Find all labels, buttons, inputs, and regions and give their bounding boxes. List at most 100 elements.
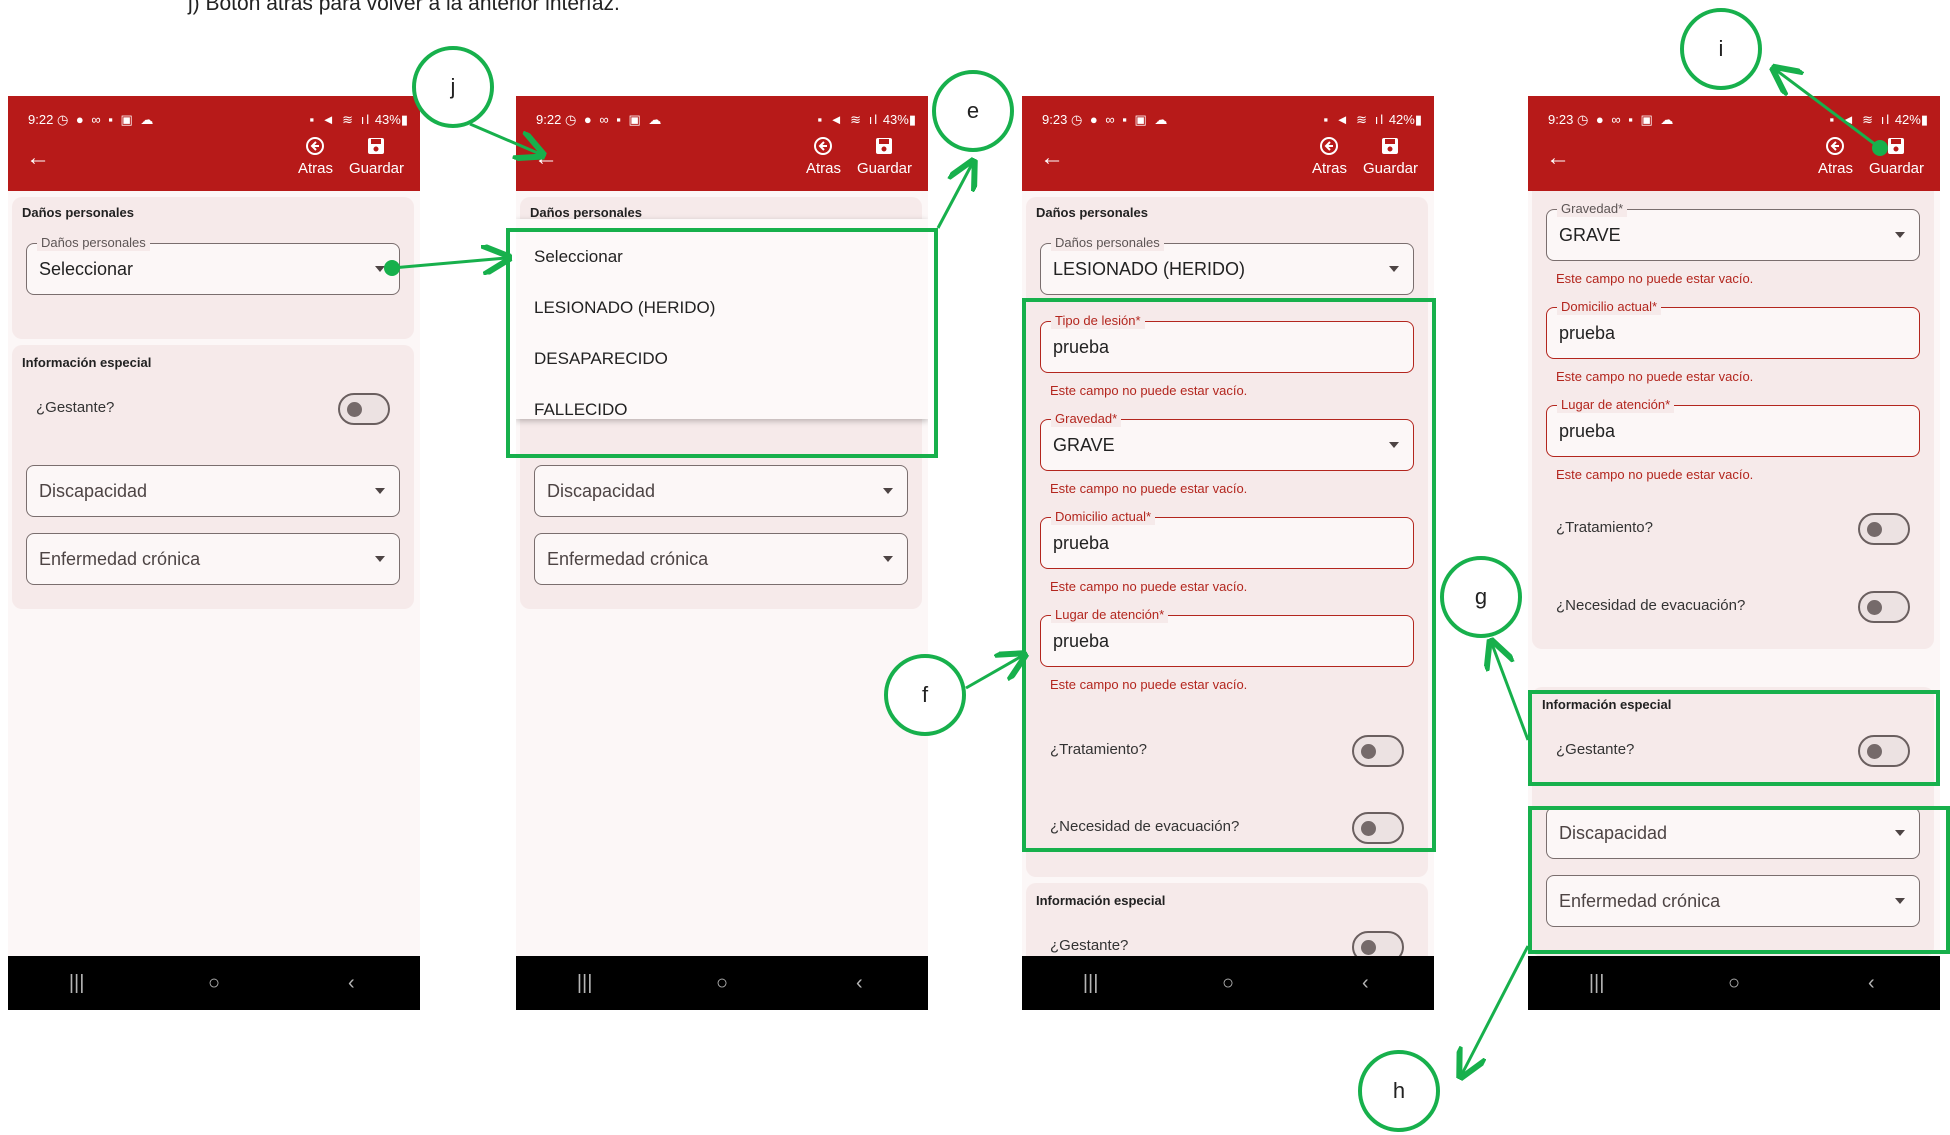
signal-icons: ▪ ◄ ≋ ıl bbox=[1829, 112, 1892, 127]
field-placeholder: Discapacidad bbox=[39, 481, 148, 501]
battery-icon: ▮ bbox=[1920, 112, 1928, 127]
battery-icon: ▮ bbox=[400, 112, 408, 127]
circle-back-icon bbox=[814, 137, 833, 155]
arrow-f bbox=[965, 656, 1022, 690]
field-placeholder: Enfermedad crónica bbox=[39, 549, 201, 569]
notification-icons: ◷ ● ∞ ▪ ▣ ☁ bbox=[1070, 112, 1170, 127]
arrow-h bbox=[1462, 945, 1530, 1074]
enfermedad-dropdown[interactable]: Enfermedad crónica bbox=[534, 533, 908, 585]
battery-level: 43% bbox=[882, 112, 909, 127]
guardar-button[interactable]: Guardar bbox=[1869, 136, 1924, 177]
toggle-label: ¿Tratamiento? bbox=[1556, 519, 1653, 536]
field-label: Lugar de atención* bbox=[1557, 397, 1675, 413]
home-icon[interactable]: ○ bbox=[194, 972, 234, 995]
back-arrow-icon[interactable]: ← bbox=[26, 146, 50, 170]
back-arrow-icon[interactable]: ← bbox=[1546, 146, 1570, 170]
field-value: LESIONADO (HERIDO) bbox=[1053, 259, 1246, 279]
recents-icon[interactable]: ||| bbox=[1071, 972, 1111, 995]
highlight-box-e bbox=[506, 228, 938, 458]
danos-personales-dropdown[interactable]: Daños personales Seleccionar bbox=[26, 235, 400, 295]
annotation-bubble-j: j bbox=[412, 46, 494, 128]
dropdown-arrow-icon bbox=[1389, 266, 1399, 272]
nav-back-icon[interactable]: ‹ bbox=[331, 972, 371, 995]
arrow-e bbox=[936, 164, 972, 229]
system-nav-bar: ||| ○ ‹ bbox=[1528, 956, 1940, 1010]
domicilio-field[interactable]: Domicilio actual* prueba bbox=[1546, 299, 1920, 359]
circle-back-icon bbox=[1826, 137, 1845, 155]
field-placeholder: Enfermedad crónica bbox=[547, 549, 709, 569]
nav-back-icon[interactable]: ‹ bbox=[1345, 972, 1385, 995]
recents-icon[interactable]: ||| bbox=[565, 972, 605, 995]
toggle-knob bbox=[1361, 940, 1376, 955]
enfermedad-dropdown[interactable]: Enfermedad crónica bbox=[26, 533, 400, 585]
home-icon[interactable]: ○ bbox=[1714, 972, 1754, 995]
status-bar: 9:22 ◷ ● ∞ ▪ ▣ ☁ ▪ ◄ ≋ ıl 43%▮ bbox=[536, 112, 916, 130]
status-time: 9:23 bbox=[1042, 112, 1068, 127]
figure-caption: j) Botón atrás para volver a la anterior… bbox=[188, 0, 620, 15]
gestante-toggle[interactable] bbox=[338, 393, 390, 425]
recents-icon[interactable]: ||| bbox=[57, 972, 97, 995]
tratamiento-toggle[interactable] bbox=[1858, 513, 1910, 545]
atras-label: Atras bbox=[805, 160, 841, 177]
field-label: Daños personales bbox=[37, 235, 150, 251]
dropdown-arrow-icon bbox=[375, 266, 385, 272]
system-nav-bar: ||| ○ ‹ bbox=[1022, 956, 1434, 1010]
back-arrow-icon[interactable]: ← bbox=[534, 146, 558, 170]
highlight-box-g bbox=[1528, 690, 1940, 786]
toggle-knob bbox=[1867, 600, 1882, 615]
home-icon[interactable]: ○ bbox=[1208, 972, 1248, 995]
save-icon bbox=[368, 138, 385, 154]
field-label: Gravedad* bbox=[1557, 201, 1628, 217]
recents-icon[interactable]: ||| bbox=[1577, 972, 1617, 995]
gestante-toggle[interactable] bbox=[1352, 931, 1404, 956]
dropdown-arrow-icon bbox=[375, 556, 385, 562]
atras-label: Atras bbox=[1817, 160, 1853, 177]
discapacidad-dropdown[interactable]: Discapacidad bbox=[534, 465, 908, 517]
app-bar: 9:22 ◷ ● ∞ ▪ ▣ ☁ ▪ ◄ ≋ ıl 43%▮ ← Atras G… bbox=[516, 96, 928, 191]
toggle-label: ¿Necesidad de evacuación? bbox=[1556, 597, 1746, 614]
atras-button[interactable]: Atras bbox=[1312, 136, 1347, 177]
field-label: Daños personales bbox=[1051, 235, 1164, 251]
form-content: Daños personales Daños personales Selecc… bbox=[8, 191, 420, 956]
battery-level: 42% bbox=[1388, 112, 1415, 127]
guardar-button[interactable]: Guardar bbox=[857, 136, 912, 177]
nav-back-icon[interactable]: ‹ bbox=[839, 972, 879, 995]
annotation-bubble-e: e bbox=[932, 70, 1014, 152]
status-bar: 9:23 ◷ ● ∞ ▪ ▣ ☁ ▪ ◄ ≋ ıl 42%▮ bbox=[1548, 112, 1928, 130]
home-icon[interactable]: ○ bbox=[702, 972, 742, 995]
signal-icons: ▪ ◄ ≋ ıl bbox=[1323, 112, 1386, 127]
app-bar: 9:22 ◷ ● ∞ ▪ ▣ ☁ ▪ ◄ ≋ ıl 43%▮ ← Atras G… bbox=[8, 96, 420, 191]
atras-button[interactable]: Atras bbox=[806, 136, 841, 177]
nav-back-icon[interactable]: ‹ bbox=[1851, 972, 1891, 995]
guardar-label: Guardar bbox=[1868, 160, 1924, 177]
toggle-label: ¿Gestante? bbox=[36, 399, 115, 416]
annotation-bubble-f: f bbox=[884, 654, 966, 736]
card-title: Daños personales bbox=[1036, 205, 1148, 220]
gravedad-dropdown[interactable]: Gravedad* GRAVE bbox=[1546, 201, 1920, 261]
tratamiento-row: ¿Tratamiento? bbox=[1556, 513, 1910, 545]
guardar-button[interactable]: Guardar bbox=[1363, 136, 1418, 177]
circle-back-icon bbox=[1320, 137, 1339, 155]
notification-icons: ◷ ● ∞ ▪ ▣ ☁ bbox=[56, 112, 156, 127]
battery-level: 43% bbox=[374, 112, 401, 127]
card-title: Información especial bbox=[1036, 893, 1166, 908]
dropdown-arrow-icon bbox=[883, 556, 893, 562]
guardar-label: Guardar bbox=[1362, 160, 1418, 177]
danos-personales-dropdown[interactable]: Daños personales LESIONADO (HERIDO) bbox=[1040, 235, 1414, 295]
battery-icon: ▮ bbox=[908, 112, 916, 127]
lugar-atencion-field[interactable]: Lugar de atención* prueba bbox=[1546, 397, 1920, 457]
annotated-figure: j) Botón atrás para volver a la anterior… bbox=[0, 0, 1950, 1135]
field-label: Domicilio actual* bbox=[1557, 299, 1662, 315]
atras-button[interactable]: Atras bbox=[298, 136, 333, 177]
atras-button[interactable]: Atras bbox=[1818, 136, 1853, 177]
dropdown-arrow-icon bbox=[375, 488, 385, 494]
discapacidad-dropdown[interactable]: Discapacidad bbox=[26, 465, 400, 517]
status-bar: 9:22 ◷ ● ∞ ▪ ▣ ☁ ▪ ◄ ≋ ıl 43%▮ bbox=[28, 112, 408, 130]
evacuacion-toggle[interactable] bbox=[1858, 591, 1910, 623]
guardar-label: Guardar bbox=[348, 160, 404, 177]
card-title: Información especial bbox=[22, 355, 152, 370]
error-message: Este campo no puede estar vacío. bbox=[1556, 467, 1754, 482]
guardar-button[interactable]: Guardar bbox=[349, 136, 404, 177]
special-info-card: Información especial ¿Gestante? bbox=[1026, 883, 1428, 956]
back-arrow-icon[interactable]: ← bbox=[1040, 146, 1064, 170]
